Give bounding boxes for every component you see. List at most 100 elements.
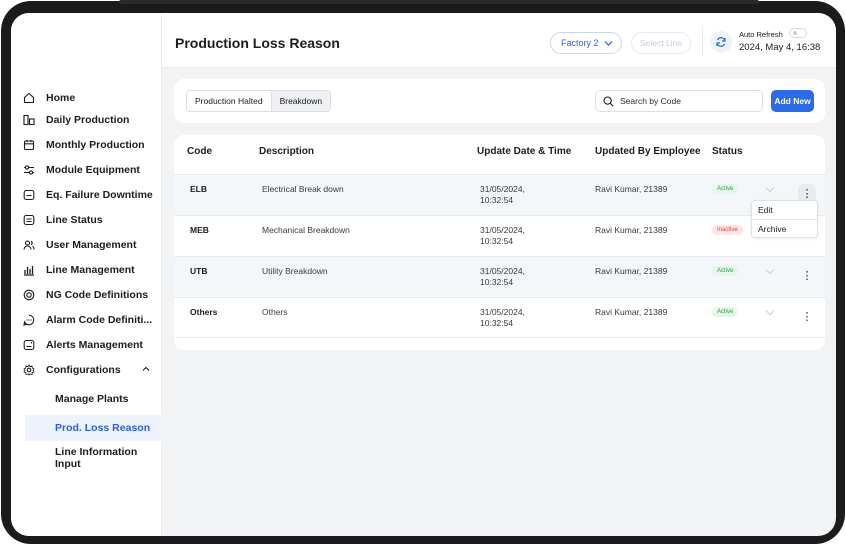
ng-code-icon xyxy=(21,287,37,303)
search-icon xyxy=(603,95,614,106)
alert-icon xyxy=(21,337,37,353)
tablet-frame: Home Daily Production Monthly Production… xyxy=(1,0,845,544)
row-employee: Ravi Kumar, 21389 xyxy=(595,184,668,194)
row-actions-button[interactable]: ⋮ xyxy=(798,266,816,284)
alarm-icon xyxy=(21,312,37,328)
column-header-code[interactable]: Code xyxy=(187,146,212,157)
row-description: Electrical Break down xyxy=(262,184,344,194)
downtime-icon xyxy=(21,187,37,203)
sidebar-item-label: Line Management xyxy=(46,264,135,276)
chevron-down-icon[interactable] xyxy=(765,186,775,193)
row-description: Mechanical Breakdown xyxy=(262,225,350,235)
sidebar-item-home[interactable]: Home xyxy=(21,87,161,109)
filter-bar: Production Halted Breakdown Add New xyxy=(174,79,825,123)
row-update-date: 31/05/2024, 10:32:54 xyxy=(480,266,525,287)
tab-breakdown[interactable]: Breakdown xyxy=(270,91,331,111)
table-row[interactable]: UTB Utility Breakdown 31/05/2024, 10:32:5… xyxy=(174,256,825,297)
row-employee: Ravi Kumar, 21389 xyxy=(595,225,668,235)
equipment-icon xyxy=(21,162,37,178)
bar-chart-icon xyxy=(21,262,37,278)
calendar-icon xyxy=(21,137,37,153)
sidebar-subitem-manage-plants[interactable]: Manage Plants xyxy=(55,388,129,410)
sidebar: Home Daily Production Monthly Production… xyxy=(11,13,162,536)
home-icon xyxy=(21,90,37,106)
sidebar-item-label: Home xyxy=(46,92,76,104)
loss-type-tabs: Production Halted Breakdown xyxy=(186,90,332,112)
row-description: Others xyxy=(262,307,288,317)
menu-item-edit[interactable]: Edit xyxy=(758,205,773,215)
sidebar-item-line-status[interactable]: Line Status xyxy=(21,209,161,231)
column-header-update-date-time[interactable]: Update Date & Time xyxy=(477,146,571,157)
factory-select[interactable]: Factory 2 xyxy=(550,32,622,54)
header-divider xyxy=(702,27,703,55)
sidebar-item-label: NG Code Definitions xyxy=(46,289,149,301)
current-datetime: 2024, May 4, 16:38 xyxy=(739,42,821,53)
row-actions-menu: Edit Archive xyxy=(751,200,818,238)
status-badge: Inactive xyxy=(712,225,743,235)
column-header-description[interactable]: Description xyxy=(259,146,314,157)
sidebar-item-label: Daily Production xyxy=(46,114,130,126)
add-new-button[interactable]: Add New xyxy=(771,90,814,112)
sidebar-subitem-line-information-input[interactable]: Line Information Input xyxy=(55,446,161,470)
sidebar-item-alarm-code-definitions[interactable]: Alarm Code Definiti... xyxy=(21,309,161,331)
users-icon xyxy=(21,237,37,253)
row-update-date: 31/05/2024, 10:32:54 xyxy=(480,184,525,205)
status-badge: Active xyxy=(712,266,739,276)
sidebar-item-eq-failure-downtime[interactable]: Eq. Failure Downtime xyxy=(21,184,161,206)
chevron-down-icon[interactable] xyxy=(765,309,775,316)
sidebar-subitem-prod-loss-reason[interactable]: Prod. Loss Reason xyxy=(25,415,162,441)
column-header-status[interactable]: Status xyxy=(712,146,743,157)
sidebar-item-alerts-management[interactable]: Alerts Management xyxy=(21,334,161,356)
row-code: ELB xyxy=(190,184,207,194)
line-status-icon xyxy=(21,212,37,228)
menu-divider xyxy=(752,219,817,220)
tab-production-halted[interactable]: Production Halted xyxy=(187,91,271,111)
row-employee: Ravi Kumar, 21389 xyxy=(595,266,668,276)
refresh-icon xyxy=(716,37,726,47)
sidebar-item-label: Alerts Management xyxy=(46,339,143,351)
sidebar-item-line-management[interactable]: Line Management xyxy=(21,259,161,281)
status-badge: Active xyxy=(712,307,739,317)
sidebar-item-user-management[interactable]: User Management xyxy=(21,234,161,256)
row-actions-button[interactable]: ⋮ xyxy=(798,307,816,325)
chevron-down-icon[interactable] xyxy=(765,268,775,275)
search-box[interactable] xyxy=(595,90,763,112)
status-badge: Active xyxy=(712,184,739,194)
refresh-button[interactable] xyxy=(710,31,732,53)
menu-item-archive[interactable]: Archive xyxy=(758,224,786,234)
chevron-up-icon[interactable] xyxy=(141,364,151,374)
row-code: Others xyxy=(190,307,218,317)
search-input[interactable] xyxy=(620,96,750,106)
sidebar-item-ng-code-definitions[interactable]: NG Code Definitions xyxy=(21,284,161,306)
row-update-date: 31/05/2024, 10:32:54 xyxy=(480,307,525,328)
page-title: Production Loss Reason xyxy=(175,35,340,51)
chevron-down-icon xyxy=(604,41,613,46)
line-select[interactable]: Select Line xyxy=(631,32,691,54)
sidebar-item-label: Alarm Code Definiti... xyxy=(46,314,153,326)
table-row[interactable]: MEB Mechanical Breakdown 31/05/2024, 10:3… xyxy=(174,215,825,256)
sidebar-item-configurations[interactable]: Configurations xyxy=(21,359,161,381)
row-code: UTB xyxy=(190,266,208,276)
loss-reason-table: Code Description Update Date & Time Upda… xyxy=(174,135,825,350)
sidebar-item-module-equipment[interactable]: Module Equipment xyxy=(21,159,161,181)
sidebar-item-label: Monthly Production xyxy=(46,139,145,151)
device-top-edge xyxy=(119,0,759,4)
sidebar-item-label: Configurations xyxy=(46,364,121,376)
sidebar-item-label: Line Status xyxy=(46,214,103,226)
top-header: Production Loss Reason Factory 2 Select … xyxy=(162,13,836,68)
sidebar-item-label: Module Equipment xyxy=(46,164,140,176)
daily-production-icon xyxy=(21,112,37,128)
factory-select-value: Factory 2 xyxy=(561,38,599,48)
row-update-date: 31/05/2024, 10:32:54 xyxy=(480,225,525,246)
sidebar-item-daily-production[interactable]: Daily Production xyxy=(21,109,161,131)
table-row[interactable]: ELB Electrical Break down 31/05/2024, 10:… xyxy=(174,174,825,215)
app-screen: Home Daily Production Monthly Production… xyxy=(11,13,836,536)
sidebar-item-monthly-production[interactable]: Monthly Production xyxy=(21,134,161,156)
row-description: Utility Breakdown xyxy=(262,266,328,276)
auto-refresh-toggle[interactable] xyxy=(789,28,807,38)
column-header-updated-by-employee[interactable]: Updated By Employee xyxy=(595,146,701,157)
auto-refresh-label: Auto Refresh xyxy=(739,30,783,39)
table-row[interactable]: Others Others 31/05/2024, 10:32:54 Ravi K… xyxy=(174,297,825,338)
sidebar-item-label: Eq. Failure Downtime xyxy=(46,189,153,201)
row-employee: Ravi Kumar, 21389 xyxy=(595,307,668,317)
